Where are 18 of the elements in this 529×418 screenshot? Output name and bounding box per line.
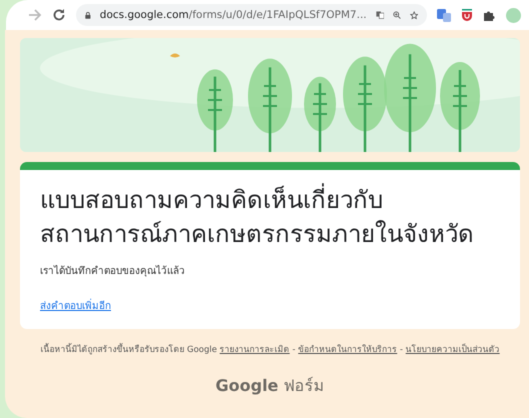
footer-link[interactable]: นโยบายความเป็นส่วนตัว (406, 345, 500, 356)
footer-link[interactable]: รายงานการละเมิด (220, 345, 290, 356)
reload-icon[interactable] (52, 8, 66, 22)
footer-link[interactable]: ข้อกำหนดในการให้บริการ (298, 345, 398, 356)
translate-extension-icon[interactable] (437, 8, 451, 22)
lock-icon (85, 10, 91, 20)
address-bar[interactable]: docs.google.com/forms/u/0/d/e/1FAIpQLSf7OPM7... (76, 4, 427, 26)
confirmation-message: เราได้บันทึกคำตอบของคุณไว้แล้ว (40, 264, 186, 278)
zoom-icon[interactable] (392, 9, 401, 21)
footer-notice: เนื้อหานี้มิได้ถูกสร้างขึ้นหรือรับรองโดย Google รายงานการละเมิด - ข้อกำหนดในการให้บริการ - นโยบายความเป็นส่วนตัว (39, 345, 501, 358)
shield-extension-icon[interactable] (461, 8, 473, 22)
translate-icon[interactable] (376, 9, 384, 21)
form-title: แบบสอบถามความคิดเห็นเกี่ยวกับสถานการณ์ภาคเกษตรกรรมภายในจังหวัด (40, 184, 500, 252)
puzzle-icon[interactable] (483, 8, 496, 22)
google-forms-logo[interactable]: Google ฟอร์ม (216, 373, 324, 398)
url-text: docs.google.com/forms/u/0/d/e/1FAIpQLSf7OPM7... (100, 9, 367, 21)
submit-another-link[interactable]: ส่งคำตอบเพิ่มอีก (40, 301, 111, 312)
star-icon[interactable] (410, 8, 418, 22)
